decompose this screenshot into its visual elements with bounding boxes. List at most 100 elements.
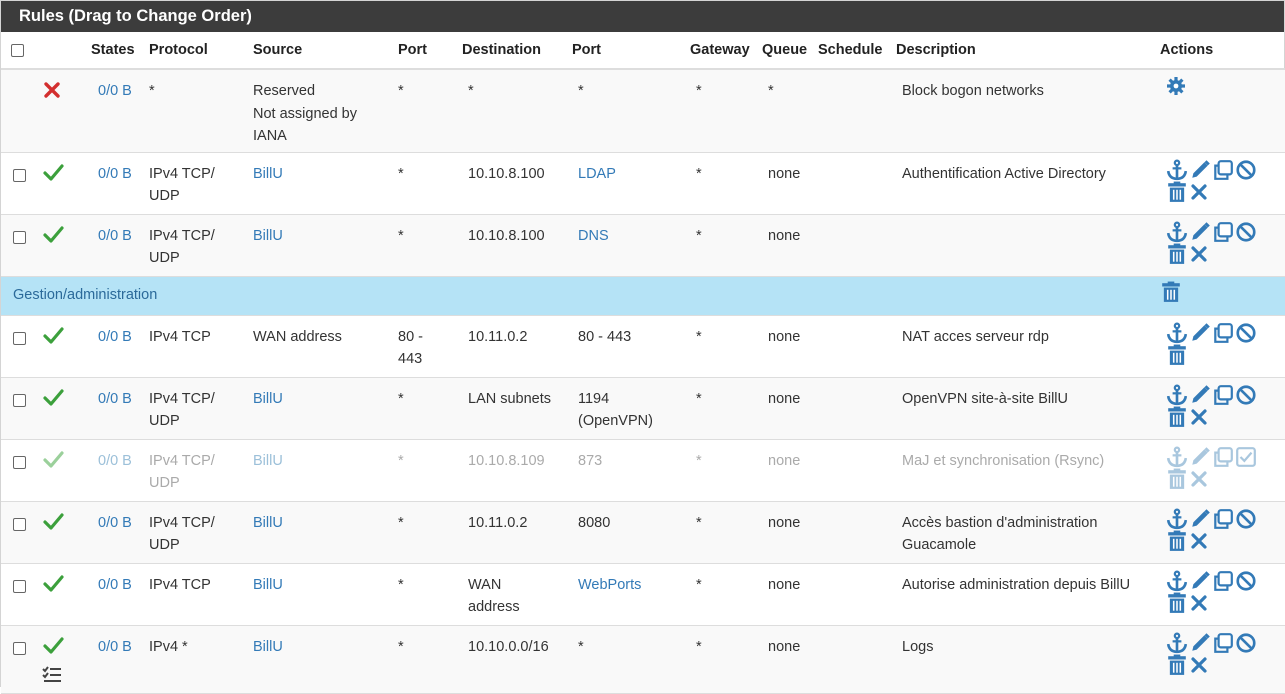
copy-icon[interactable]	[1212, 221, 1234, 243]
disable-icon[interactable]	[1235, 632, 1257, 654]
copy-icon[interactable]	[1212, 632, 1234, 654]
anchor-icon[interactable]	[1166, 159, 1188, 181]
rule-source: Reserved Not assigned by IANA	[249, 69, 394, 153]
trash-icon[interactable]	[1166, 592, 1188, 614]
rule-states[interactable]: 0/0 B	[88, 69, 145, 153]
rule-source[interactable]: BillU	[249, 214, 394, 277]
enable-icon[interactable]	[1235, 446, 1257, 468]
anchor-icon[interactable]	[1166, 384, 1188, 406]
rule-destination-port[interactable]: LDAP	[568, 152, 686, 215]
copy-icon[interactable]	[1212, 384, 1234, 406]
rule-row[interactable]: 0/0 B IPv4 TCP/UDP BillU * 10.10.8.100 D…	[1, 214, 1285, 277]
rule-row[interactable]: 0/0 B * Reserved Not assigned by IANA * *…	[1, 69, 1285, 153]
anchor-icon[interactable]	[1166, 221, 1188, 243]
rule-source[interactable]: BillU	[249, 439, 394, 502]
trash-icon[interactable]	[1160, 281, 1182, 303]
anchor-icon[interactable]	[1166, 322, 1188, 344]
rule-row[interactable]: 0/0 B IPv4 TCP/UDP BillU * 10.10.8.100 L…	[1, 152, 1285, 215]
rule-destination-port[interactable]: DNS	[568, 214, 686, 277]
source-header: Source	[249, 32, 394, 70]
rule-states[interactable]: 0/0 B	[88, 439, 145, 502]
anchor-icon[interactable]	[1166, 570, 1188, 592]
delete-x-icon[interactable]	[1189, 406, 1209, 426]
rule-protocol: IPv4 TCP/UDP	[145, 501, 249, 564]
select-all-checkbox[interactable]	[11, 43, 24, 57]
trash-icon[interactable]	[1166, 468, 1188, 490]
rule-source[interactable]: BillU	[249, 377, 394, 440]
copy-icon[interactable]	[1212, 570, 1234, 592]
disable-icon[interactable]	[1235, 221, 1257, 243]
rule-source[interactable]: BillU	[249, 501, 394, 564]
disable-icon[interactable]	[1235, 322, 1257, 344]
trash-icon[interactable]	[1166, 530, 1188, 552]
trash-icon[interactable]	[1166, 243, 1188, 265]
delete-x-icon[interactable]	[1189, 243, 1209, 263]
rule-checkbox[interactable]	[13, 455, 26, 469]
rule-select-cell	[1, 377, 38, 440]
copy-icon[interactable]	[1212, 322, 1234, 344]
rule-states[interactable]: 0/0 B	[88, 563, 145, 626]
gear-icon[interactable]	[1166, 76, 1186, 96]
rule-schedule	[814, 625, 892, 694]
rule-states[interactable]: 0/0 B	[88, 315, 145, 378]
delete-x-icon[interactable]	[1189, 468, 1209, 488]
rule-checkbox[interactable]	[13, 393, 26, 407]
copy-icon[interactable]	[1212, 446, 1234, 468]
trash-icon[interactable]	[1166, 406, 1188, 428]
pencil-icon[interactable]	[1189, 221, 1211, 243]
rule-row[interactable]: 0/0 B IPv4 TCP/UDP BillU * 10.10.8.109 8…	[1, 439, 1285, 502]
delete-x-icon[interactable]	[1189, 530, 1209, 550]
rule-checkbox[interactable]	[13, 641, 26, 655]
pencil-icon[interactable]	[1189, 159, 1211, 181]
rule-queue: none	[758, 377, 814, 440]
disable-icon[interactable]	[1235, 159, 1257, 181]
delete-x-icon[interactable]	[1189, 592, 1209, 612]
anchor-icon[interactable]	[1166, 446, 1188, 468]
disable-icon[interactable]	[1235, 570, 1257, 592]
pencil-icon[interactable]	[1189, 322, 1211, 344]
pencil-icon[interactable]	[1189, 446, 1211, 468]
rule-states[interactable]: 0/0 B	[88, 501, 145, 564]
rule-checkbox[interactable]	[13, 230, 26, 244]
rule-protocol: IPv4 *	[145, 625, 249, 694]
trash-icon[interactable]	[1166, 181, 1188, 203]
status-header	[38, 32, 88, 70]
copy-icon[interactable]	[1212, 159, 1234, 181]
rule-row[interactable]: 0/0 B IPv4 TCP/UDP BillU * 10.11.0.2 808…	[1, 501, 1285, 564]
rule-checkbox[interactable]	[13, 579, 26, 593]
trash-icon[interactable]	[1166, 654, 1188, 676]
rule-destination-port[interactable]: WebPorts	[568, 563, 686, 626]
separator-row[interactable]: Gestion/administration	[1, 276, 1285, 316]
rule-checkbox[interactable]	[13, 517, 26, 531]
trash-icon[interactable]	[1166, 344, 1188, 366]
rule-port: *	[394, 214, 458, 277]
anchor-icon[interactable]	[1166, 632, 1188, 654]
rule-checkbox[interactable]	[13, 331, 26, 345]
anchor-icon[interactable]	[1166, 508, 1188, 530]
delete-x-icon[interactable]	[1189, 181, 1209, 201]
rule-source[interactable]: BillU	[249, 625, 394, 694]
pencil-icon[interactable]	[1189, 508, 1211, 530]
rule-schedule	[814, 501, 892, 564]
rule-row[interactable]: 0/0 B IPv4 TCP/UDP BillU * LAN subnets 1…	[1, 377, 1285, 440]
log-list-icon	[42, 666, 61, 682]
rule-source[interactable]: BillU	[249, 152, 394, 215]
rule-states[interactable]: 0/0 B	[88, 214, 145, 277]
pencil-icon[interactable]	[1189, 632, 1211, 654]
rule-row[interactable]: 0/0 B IPv4 TCP BillU * WAN address WebPor…	[1, 563, 1285, 626]
rule-row[interactable]: 0/0 B IPv4 * BillU * 10.10.0.0/16 * * no…	[1, 625, 1285, 694]
pencil-icon[interactable]	[1189, 570, 1211, 592]
rule-states[interactable]: 0/0 B	[88, 377, 145, 440]
pencil-icon[interactable]	[1189, 384, 1211, 406]
delete-x-icon[interactable]	[1189, 654, 1209, 674]
rule-states[interactable]: 0/0 B	[88, 625, 145, 694]
rule-queue: none	[758, 439, 814, 502]
rule-states[interactable]: 0/0 B	[88, 152, 145, 215]
rule-select-cell	[1, 315, 38, 378]
copy-icon[interactable]	[1212, 508, 1234, 530]
rule-row[interactable]: 0/0 B IPv4 TCP WAN address 80 -443 10.11…	[1, 315, 1285, 378]
disable-icon[interactable]	[1235, 508, 1257, 530]
disable-icon[interactable]	[1235, 384, 1257, 406]
rule-source[interactable]: BillU	[249, 563, 394, 626]
rule-checkbox[interactable]	[13, 168, 26, 182]
